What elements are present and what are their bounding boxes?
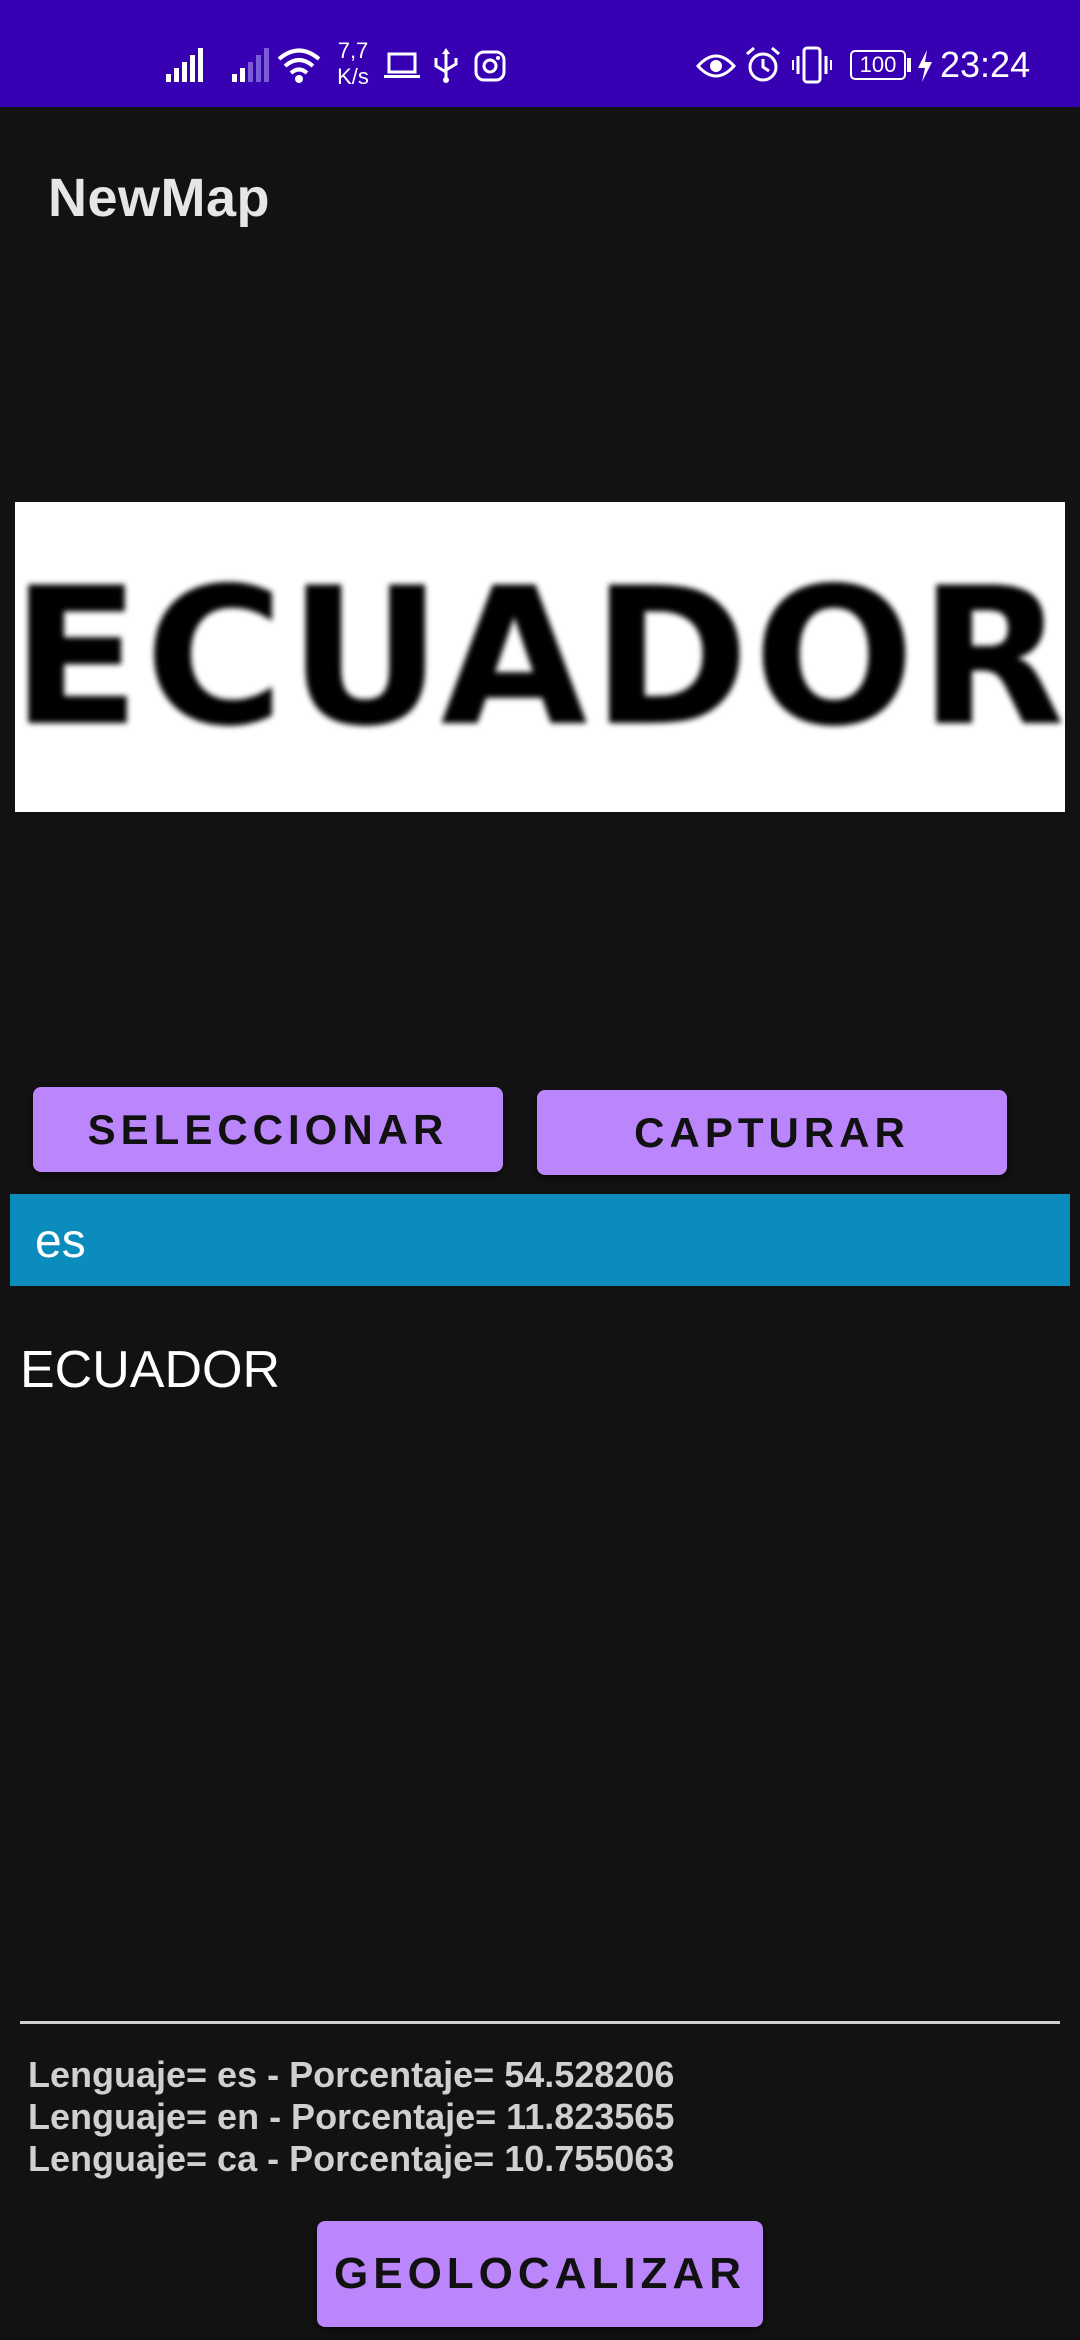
vibrate-icon	[792, 46, 832, 84]
status-bar: 7,7 K/s 100 23:24	[0, 0, 1080, 107]
usb-icon	[434, 48, 458, 83]
signal-icon	[166, 48, 203, 82]
image-preview-text: ECUADOR	[15, 546, 1065, 768]
instagram-icon	[474, 50, 506, 82]
battery-icon: 100	[850, 50, 906, 80]
laptop-icon	[384, 52, 420, 78]
app-bar: NewMap	[0, 107, 1080, 283]
eye-icon	[696, 54, 736, 78]
select-button[interactable]: SELECCIONAR	[33, 1087, 503, 1172]
geolocate-button[interactable]: GEOLOCALIZAR	[317, 2221, 763, 2327]
language-result-item: Lenguaje= en - Porcentaje= 11.823565	[28, 2096, 675, 2137]
recognized-text: ECUADOR	[20, 1341, 281, 1399]
language-result-item: Lenguaje= ca - Porcentaje= 10.755063	[28, 2138, 675, 2179]
image-preview: ECUADOR	[15, 502, 1065, 812]
divider	[20, 2021, 1060, 2024]
app-title: NewMap	[48, 168, 271, 228]
network-speed: 7,7 K/s	[332, 38, 374, 90]
clock: 23:24	[940, 44, 1031, 85]
wifi-icon	[277, 48, 321, 83]
signal-weak-icon	[232, 48, 269, 82]
capture-button[interactable]: CAPTURAR	[537, 1090, 1007, 1175]
battery-level: 100	[859, 52, 897, 77]
battery-tip	[907, 58, 911, 72]
detected-language-bar: es	[10, 1194, 1070, 1286]
charging-icon	[918, 50, 932, 82]
network-speed-value: 7,7	[337, 38, 369, 63]
alarm-icon	[746, 46, 780, 82]
language-results: Lenguaje= es - Porcentaje= 54.528206 Len…	[28, 2054, 1068, 2180]
detected-language: es	[35, 1215, 86, 1268]
network-speed-unit: K/s	[337, 64, 369, 89]
language-result-item: Lenguaje= es - Porcentaje= 54.528206	[28, 2054, 675, 2095]
